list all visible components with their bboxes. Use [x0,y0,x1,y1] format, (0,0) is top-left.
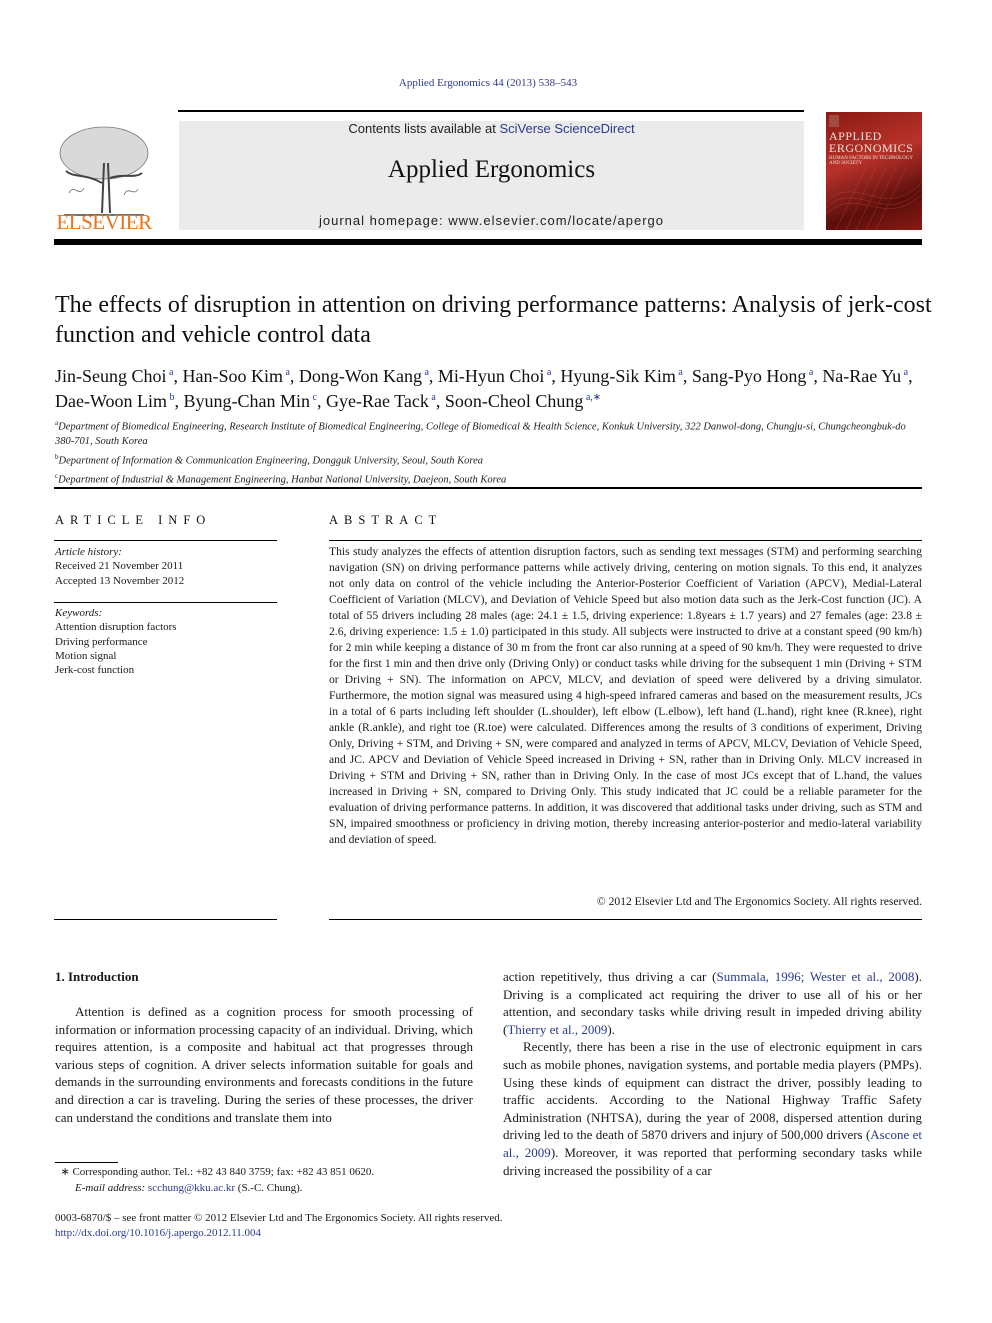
abstract-rule [329,540,922,541]
author[interactable]: Mi-Hyun Choi a [438,366,551,386]
author-affiliation-marker[interactable]: a [422,367,428,378]
author[interactable]: Sang-Pyo Hong a [692,366,813,386]
text-run: ). [607,1021,615,1037]
author[interactable]: Gye-Rae Tack a [326,391,436,411]
author-affiliation-marker[interactable]: a [544,367,551,378]
affiliation: cDepartment of Industrial & Management E… [55,471,507,486]
keyword: Jerk-cost function [55,664,135,677]
cover-title-line2: ERGONOMICS [829,141,914,155]
keyword: Motion signal [55,649,117,662]
author-affiliation-marker[interactable]: a [901,367,908,378]
elsevier-wordmark: ELSEVIER [56,210,152,234]
abstract-text: This study analyzes the effects of atten… [329,545,922,846]
abstract-heading: ABSTRACT [329,513,443,527]
keywords-rule [54,602,277,603]
author[interactable]: Soon-Cheol Chung a,∗ [445,391,601,411]
sciencedirect-link[interactable]: SciVerse ScienceDirect [499,121,634,136]
article-info-bottom-rule [54,919,277,920]
text-run: Recently, there has been a rise in the u… [503,1039,922,1143]
email-line: E-mail address: scchung@kku.ac.kr (S.-C.… [55,1181,495,1197]
affiliation-key: a [55,419,59,427]
author-affiliation-marker[interactable]: b [167,392,175,403]
masthead-top-rule [178,110,804,112]
cover-subtitle: HUMAN FACTORS IN TECHNOLOGY AND SOCIETY [829,156,913,166]
text-run: ). Moreover, it was reported that perfor… [503,1144,922,1178]
corresponding-text: Corresponding author. Tel.: +82 43 840 3… [69,1166,375,1178]
author[interactable]: Dae-Woon Lim b [55,391,175,411]
corresponding-line: ∗ Corresponding author. Tel.: +82 43 840… [55,1165,495,1181]
citation-link[interactable]: Thierry et al., 2009 [507,1022,607,1037]
author-affiliation-marker[interactable]: a [283,367,289,378]
affiliation: aDepartment of Biomedical Engineering, R… [55,419,906,447]
article-history: Article history: Received 21 November 20… [55,545,275,588]
affiliation-key: c [55,471,59,480]
journal-citation-link[interactable]: Applied Ergonomics 44 (2013) 538–543 [0,77,976,89]
masthead-thick-rule [54,239,922,245]
citation-link[interactable]: Summala, 1996; Wester et al., 2008 [717,969,915,984]
page-footer: 0003-6870/$ – see front matter © 2012 El… [55,1211,655,1241]
abstract-copyright: © 2012 Elsevier Ltd and The Ergonomics S… [596,895,922,908]
author-list: Jin-Seung Choi a, Han-Soo Kim a, Dong-Wo… [55,366,913,411]
cover-title: APPLIED ERGONOMICS [829,130,913,154]
author-affiliation-marker[interactable]: c [310,392,317,403]
author[interactable]: Byung-Chan Min c [184,391,317,411]
affiliations: aDepartment of Biomedical Engineering, R… [55,416,925,488]
footnote-marker: ∗ [60,1166,70,1178]
author[interactable]: Dong-Won Kang a [299,366,429,386]
author[interactable]: Han-Soo Kim a [182,366,289,386]
affiliation-rule [54,487,922,489]
affiliation-key: b [55,452,59,461]
contents-available-line: Contents lists available at SciVerse Sci… [179,121,804,136]
keywords-label: Keywords: [55,607,103,619]
affiliation: bDepartment of Information & Communicati… [55,452,484,467]
intro-paragraph: action repetitively, thus driving a car … [503,968,922,1038]
journal-title: Applied Ergonomics [387,156,596,183]
text-run: action repetitively, thus driving a car … [503,969,717,984]
doi-link[interactable]: http://dx.doi.org/10.1016/j.apergo.2012.… [55,1227,261,1239]
journal-homepage-link[interactable]: journal homepage: www.elsevier.com/locat… [179,213,804,228]
article-title: The effects of disruption in attention o… [55,292,932,348]
article-info-rule [54,540,277,541]
author-affiliation-marker[interactable]: a [806,367,813,378]
author-affiliation-marker[interactable]: a [676,367,682,378]
keywords-block: Keywords: Attention disruption factors D… [55,606,275,677]
intro-paragraph: Attention is defined as a cognition proc… [55,1004,473,1125]
author[interactable]: Jin-Seung Choi a [55,366,173,386]
accepted-date: Accepted 13 November 2012 [55,574,185,587]
email-suffix: (S.-C. Chung). [235,1181,303,1194]
section-heading-introduction: 1. Introduction [55,969,139,984]
email-link[interactable]: scchung@kku.ac.kr [148,1182,235,1194]
footnote-rule [55,1162,118,1163]
author[interactable]: Na-Rae Yu a [822,366,908,386]
author-affiliation-marker[interactable]: a [429,392,435,403]
author[interactable]: Hyung-Sik Kim a [560,366,682,386]
author-affiliation-marker[interactable]: a [167,367,173,378]
keyword: Attention disruption factors [55,621,177,634]
history-label: Article history: [55,546,122,558]
issn-line: 0003-6870/$ – see front matter © 2012 El… [55,1212,503,1224]
intro-paragraph: Recently, there has been a rise in the u… [503,1038,922,1179]
contents-prefix: Contents lists available at [348,121,500,136]
journal-cover-image: APPLIED ERGONOMICS HUMAN FACTORS IN TECHN… [826,112,922,230]
received-date: Received 21 November 2011 [55,560,184,573]
article-info-heading: ARTICLE INFO [55,513,212,527]
email-label: E-mail address: [75,1181,146,1194]
author-affiliation-marker[interactable]: a,∗ [583,392,601,403]
keyword: Driving performance [55,635,148,648]
intro-column-2: action repetitively, thus driving a car … [503,968,922,1179]
corresponding-author-footnote: ∗ Corresponding author. Tel.: +82 43 840… [55,1165,495,1196]
abstract-bottom-rule [329,919,922,920]
